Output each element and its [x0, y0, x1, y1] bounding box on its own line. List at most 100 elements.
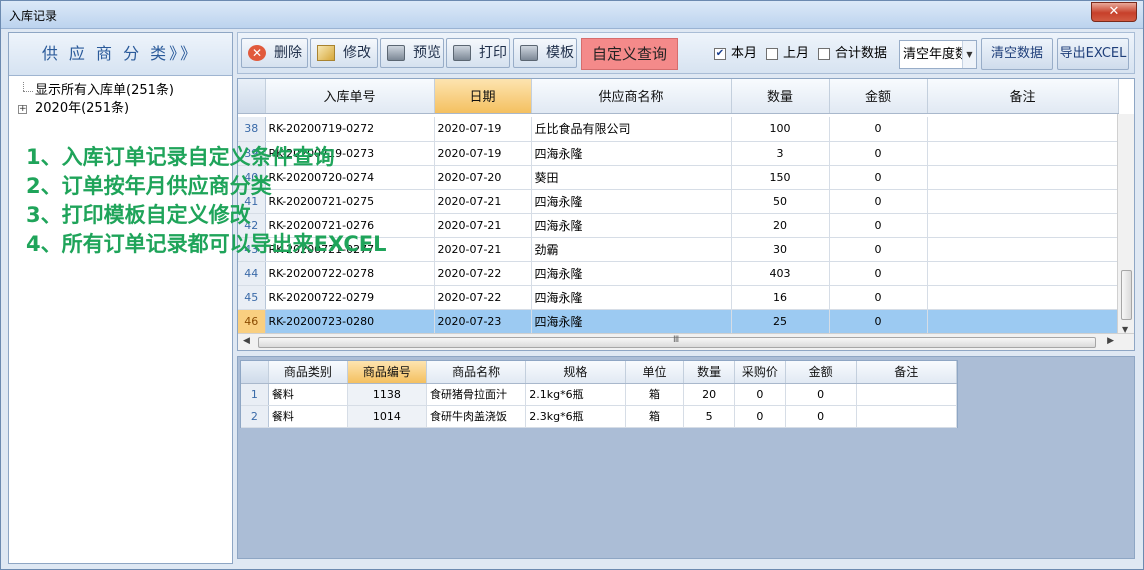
amount-cell[interactable]: 0 — [829, 261, 928, 286]
note-cell[interactable] — [927, 237, 1119, 262]
column-header[interactable]: 采购价 — [734, 361, 786, 384]
supplier-cell[interactable]: 四海永隆 — [531, 141, 732, 166]
column-header[interactable]: 备注 — [927, 79, 1119, 114]
date-cell[interactable]: 2020-07-21 — [434, 237, 532, 262]
expand-icon[interactable]: + — [18, 105, 27, 114]
column-header[interactable]: 商品名称 — [426, 361, 527, 384]
row-number[interactable]: 46 — [238, 309, 266, 334]
amount-cell[interactable]: 0 — [829, 213, 928, 238]
scroll-left-icon[interactable]: ◀ — [243, 336, 250, 346]
scrollbar-thumb[interactable] — [1121, 270, 1132, 320]
delete-button[interactable]: ✕ 删除 — [241, 38, 308, 68]
supplier-cell[interactable]: 劲霸 — [531, 237, 732, 262]
edit-button[interactable]: 修改 — [310, 38, 378, 68]
supplier-cell[interactable]: 四海永隆 — [531, 309, 732, 334]
product-name-cell[interactable]: 食研牛肉盖浇饭 — [426, 405, 527, 428]
order-number-cell[interactable]: RK-20200722-0278 — [265, 261, 435, 286]
inbound-order-grid[interactable]: 入库单号 日期 供应商名称 数量 金额 备注 38 RK-20200719-027… — [237, 78, 1135, 351]
quantity-cell[interactable]: 20 — [683, 383, 736, 406]
column-header[interactable]: 规格 — [525, 361, 626, 384]
table-row[interactable]: 43 RK-20200721-0277 2020-07-21 劲霸 30 0 — [238, 237, 1119, 262]
date-cell[interactable]: 2020-07-21 — [434, 189, 532, 214]
last-month-checkbox[interactable]: 上月 — [766, 46, 809, 62]
supplier-cell[interactable]: 四海永隆 — [531, 261, 732, 286]
date-cell[interactable]: 2020-07-22 — [434, 261, 532, 286]
row-number[interactable]: 38 — [238, 117, 266, 142]
unit-cell[interactable]: 箱 — [625, 383, 685, 406]
column-header[interactable]: 数量 — [731, 79, 830, 114]
table-row[interactable]: 45 RK-20200722-0279 2020-07-22 四海永隆 16 0 — [238, 285, 1119, 310]
template-button[interactable]: 模板 — [513, 38, 577, 68]
print-button[interactable]: 打印 — [446, 38, 510, 68]
quantity-cell[interactable]: 5 — [683, 405, 736, 428]
amount-cell[interactable]: 0 — [785, 383, 857, 406]
column-header[interactable]: 单位 — [625, 361, 685, 384]
column-header[interactable]: 商品类别 — [268, 361, 348, 384]
table-row[interactable]: 1 餐料 1138 食研猪骨拉面汁 2.1kg*6瓶箱 20 0 0 — [241, 383, 958, 406]
column-header[interactable]: 数量 — [683, 361, 736, 384]
table-row[interactable]: 2 餐料 1014 食研牛肉盖浇饭 2.3kg*6瓶箱 5 0 0 — [241, 405, 958, 428]
table-row[interactable]: 46 RK-20200723-0280 2020-07-23 四海永隆 25 0 — [238, 309, 1119, 334]
table-row[interactable]: 39 RK-20200719-0273 2020-07-19 四海永隆 3 0 — [238, 141, 1119, 166]
quantity-cell[interactable]: 25 — [731, 309, 830, 334]
price-cell[interactable]: 0 — [734, 405, 786, 428]
supplier-cell[interactable]: 四海永隆 — [531, 213, 732, 238]
order-number-cell[interactable]: RK-20200719-0273 — [265, 141, 435, 166]
amount-cell[interactable]: 0 — [829, 285, 928, 310]
tree-item-all-orders[interactable]: 显示所有入库单(251条) — [9, 82, 232, 100]
amount-cell[interactable]: 0 — [829, 165, 928, 190]
table-row[interactable]: 38 RK-20200719-0272 2020-07-19 丘比食品有限公司 100 0 — [238, 117, 1119, 142]
quantity-cell[interactable]: 16 — [731, 285, 830, 310]
note-cell[interactable] — [856, 383, 958, 406]
spec-cell[interactable]: 2.3kg*6瓶 — [525, 405, 626, 428]
column-header[interactable]: 供应商名称 — [531, 79, 732, 114]
table-row[interactable]: 41 RK-20200721-0275 2020-07-21 四海永隆 50 0 — [238, 189, 1119, 214]
scrollbar-thumb[interactable]: Ⅲ — [258, 335, 1096, 348]
date-cell[interactable]: 2020-07-22 — [434, 285, 532, 310]
amount-cell[interactable]: 0 — [785, 405, 857, 428]
category-cell[interactable]: 餐料 — [268, 405, 348, 428]
order-number-cell[interactable]: RK-20200719-0272 — [265, 117, 435, 142]
product-name-cell[interactable]: 食研猪骨拉面汁 — [426, 383, 527, 406]
row-number[interactable]: 45 — [238, 285, 266, 310]
tree-item-year-2020[interactable]: + 2020年(251条) — [9, 100, 232, 118]
total-data-checkbox[interactable]: 合计数据 — [818, 46, 887, 62]
quantity-cell[interactable]: 50 — [731, 189, 830, 214]
quantity-cell[interactable]: 3 — [731, 141, 830, 166]
date-cell[interactable]: 2020-07-21 — [434, 213, 532, 238]
note-cell[interactable] — [927, 309, 1119, 334]
order-number-cell[interactable]: RK-20200723-0280 — [265, 309, 435, 334]
close-button[interactable]: ✕ — [1091, 2, 1137, 22]
table-row[interactable]: 42 RK-20200721-0276 2020-07-21 四海永隆 20 0 — [238, 213, 1119, 238]
note-cell[interactable] — [927, 189, 1119, 214]
note-cell[interactable] — [927, 117, 1119, 142]
note-cell[interactable] — [927, 141, 1119, 166]
table-row[interactable]: 44 RK-20200722-0278 2020-07-22 四海永隆 403 0 — [238, 261, 1119, 286]
note-cell[interactable] — [856, 405, 958, 428]
horizontal-scrollbar[interactable]: ◀ Ⅲ ▶ — [238, 333, 1134, 350]
product-code-cell[interactable]: 1138 — [347, 383, 427, 406]
date-cell[interactable]: 2020-07-20 — [434, 165, 532, 190]
table-row[interactable]: 40 RK-20200720-0274 2020-07-20 葵田 150 0 — [238, 165, 1119, 190]
amount-cell[interactable]: 0 — [829, 309, 928, 334]
supplier-cell[interactable]: 四海永隆 — [531, 189, 732, 214]
row-number[interactable]: 44 — [238, 261, 266, 286]
row-number[interactable]: 43 — [238, 237, 266, 262]
amount-cell[interactable]: 0 — [829, 189, 928, 214]
row-number[interactable]: 39 — [238, 141, 266, 166]
date-cell[interactable]: 2020-07-19 — [434, 141, 532, 166]
category-cell[interactable]: 餐料 — [268, 383, 348, 406]
product-code-cell[interactable]: 1014 — [347, 405, 427, 428]
this-month-checkbox[interactable]: ✔ 本月 — [714, 46, 757, 62]
supplier-cell[interactable]: 四海永隆 — [531, 285, 732, 310]
chevron-down-icon[interactable]: ▼ — [962, 41, 976, 68]
row-number[interactable]: 1 — [241, 383, 269, 406]
amount-cell[interactable]: 0 — [829, 237, 928, 262]
year-select[interactable]: 清空年度数 ▼ — [899, 40, 977, 69]
order-number-cell[interactable]: RK-20200721-0277 — [265, 237, 435, 262]
preview-button[interactable]: 预览 — [380, 38, 444, 68]
quantity-cell[interactable]: 30 — [731, 237, 830, 262]
note-cell[interactable] — [927, 165, 1119, 190]
quantity-cell[interactable]: 20 — [731, 213, 830, 238]
grid-corner-header[interactable] — [241, 361, 269, 384]
